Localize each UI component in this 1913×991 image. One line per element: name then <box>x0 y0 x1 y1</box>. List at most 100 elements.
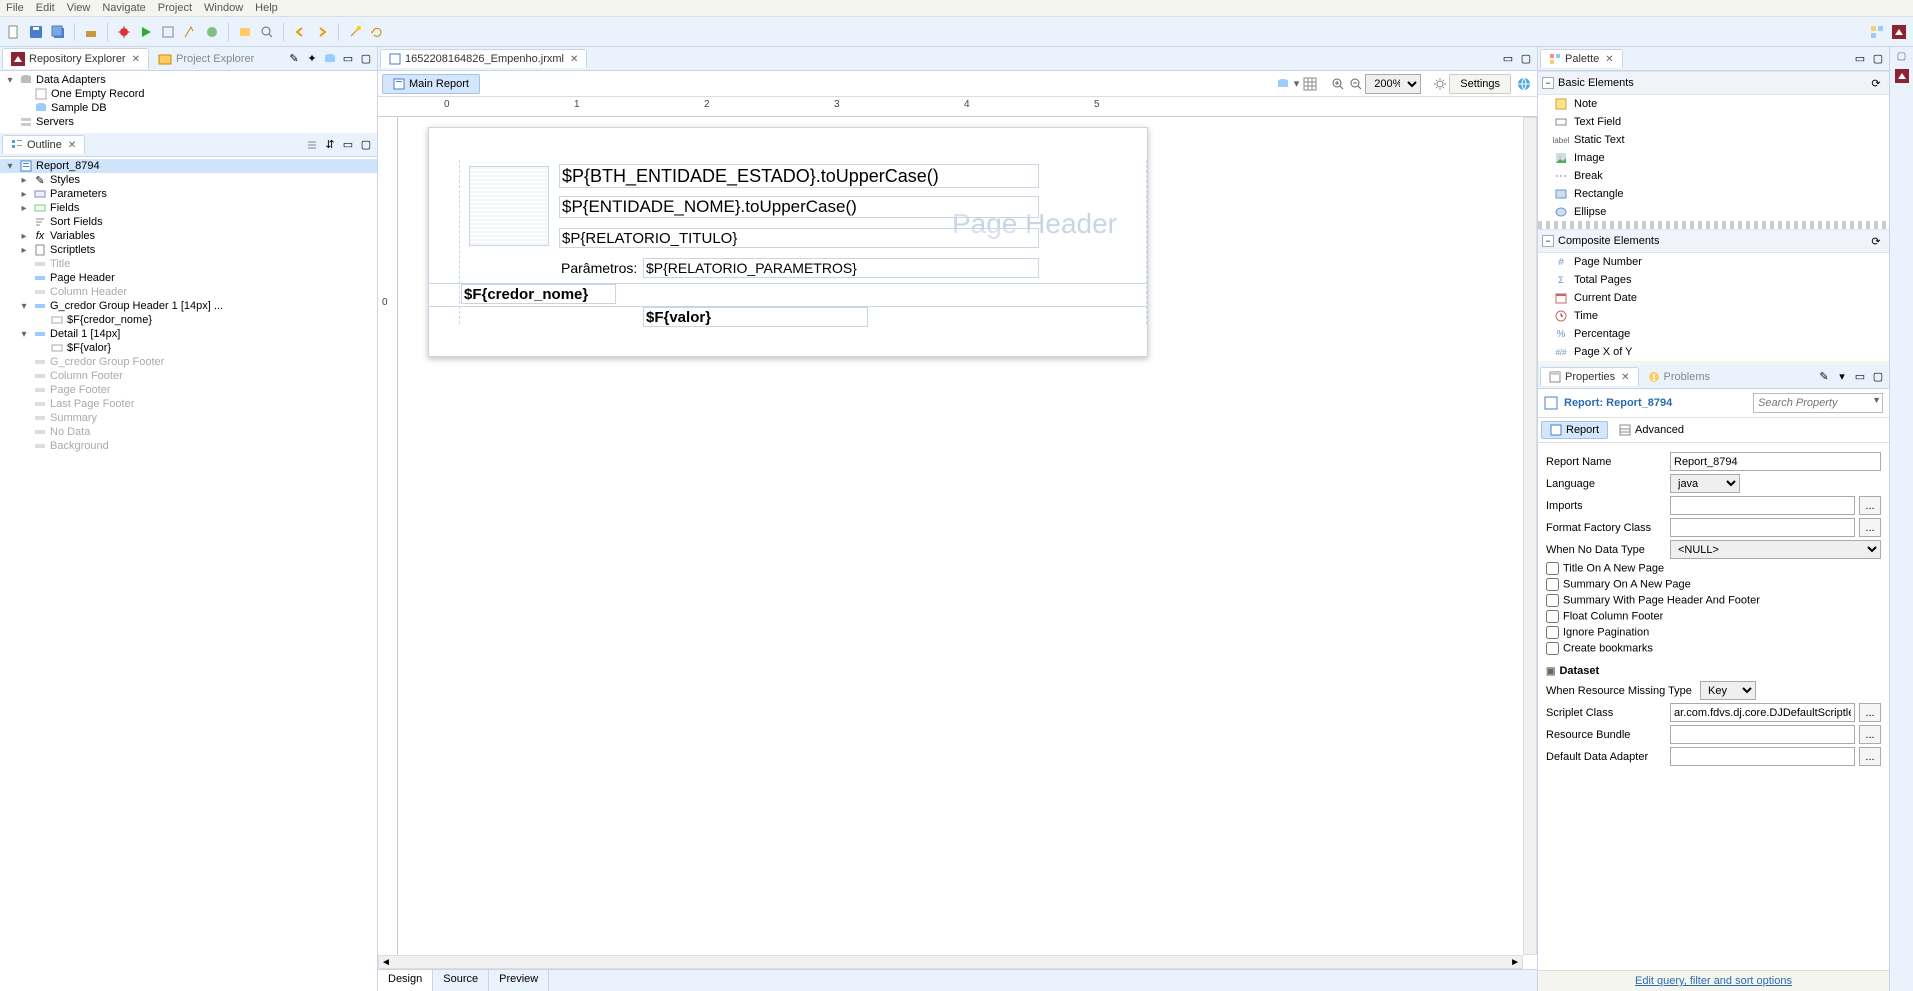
grid-icon[interactable] <box>1302 76 1318 92</box>
perspective-button[interactable] <box>1867 22 1887 42</box>
pin-icon[interactable]: ⟳ <box>1868 75 1884 91</box>
debug-button[interactable] <box>114 22 134 42</box>
palette-page-x-of-y[interactable]: #/#Page X of Y <box>1538 343 1889 361</box>
parameters-node[interactable]: ▸Parameters <box>0 187 377 201</box>
repository-explorer-tab[interactable]: Repository Explorer ✕ <box>2 48 149 69</box>
settings-gear-icon[interactable] <box>1432 76 1448 92</box>
project-explorer-tab[interactable]: Project Explorer <box>149 48 263 69</box>
outline-tab[interactable]: Outline ✕ <box>2 135 85 154</box>
palette-break[interactable]: Break <box>1538 167 1889 185</box>
menu-project[interactable]: Project <box>158 2 192 14</box>
tool-btn-3[interactable] <box>202 22 222 42</box>
edit-query-link[interactable]: Edit query, filter and sort options <box>1538 970 1889 991</box>
horizontal-scrollbar[interactable]: ◄► <box>378 955 1523 969</box>
report-subtab[interactable]: Report <box>1541 421 1608 439</box>
collapse-icon[interactable]: ▾ <box>18 301 30 312</box>
minimize-icon[interactable]: ▭ <box>340 51 356 67</box>
page-footer-node[interactable]: Page Footer <box>0 383 377 397</box>
label-parametros[interactable]: Parâmetros: <box>559 258 639 278</box>
browse-resbundle-button[interactable]: ... <box>1859 725 1881 744</box>
repository-tree[interactable]: ▾ Data Adapters One Empty Record Sample … <box>0 71 377 133</box>
menu-view[interactable]: View <box>67 2 91 14</box>
field-credor-nome[interactable]: $F{credor_nome} <box>461 284 616 304</box>
jasper-icon[interactable] <box>1892 66 1912 86</box>
tool-btn-1[interactable] <box>158 22 178 42</box>
advanced-subtab[interactable]: Advanced <box>1610 421 1693 439</box>
minimize-icon[interactable]: ▭ <box>1500 51 1516 67</box>
chk-title-new-page[interactable] <box>1546 562 1559 575</box>
expand-icon[interactable]: ▸ <box>18 245 30 256</box>
summary-node[interactable]: Summary <box>0 411 377 425</box>
close-icon[interactable]: ✕ <box>570 54 578 65</box>
search-button[interactable] <box>257 22 277 42</box>
link-icon[interactable]: ⇵ <box>322 137 338 153</box>
palette-total-pages[interactable]: ΣTotal Pages <box>1538 271 1889 289</box>
column-header-band-node[interactable]: Column Header <box>0 285 377 299</box>
expand-icon[interactable]: ▸ <box>18 175 30 186</box>
nav-next-button[interactable] <box>312 22 332 42</box>
zoom-select[interactable]: 200% <box>1365 74 1421 94</box>
scriptlets-node[interactable]: ▸Scriptlets <box>0 243 377 257</box>
field-valor[interactable]: $F{valor} <box>643 307 868 327</box>
minimize-icon[interactable]: ▭ <box>1852 369 1868 385</box>
field-entidade-estado[interactable]: $P{BTH_ENTIDADE_ESTADO}.toUpperCase() <box>559 164 1039 188</box>
search-property-input[interactable] <box>1753 393 1883 413</box>
input-scriptlet[interactable] <box>1670 703 1855 722</box>
report-root-node[interactable]: ▾ Report_8794 <box>0 159 377 173</box>
chk-summary-phf[interactable] <box>1546 594 1559 607</box>
browse-adapter-button[interactable]: ... <box>1859 747 1881 766</box>
global-icon[interactable] <box>1516 76 1532 92</box>
one-empty-record-node[interactable]: One Empty Record <box>0 87 377 101</box>
palette-tab[interactable]: Palette ✕ <box>1540 49 1623 68</box>
last-page-footer-node[interactable]: Last Page Footer <box>0 397 377 411</box>
palette-rectangle[interactable]: Rectangle <box>1538 185 1889 203</box>
settings-button[interactable]: Settings <box>1449 74 1511 94</box>
menu-navigate[interactable]: Navigate <box>102 2 145 14</box>
input-ffc[interactable] <box>1670 518 1855 537</box>
palette-current-date[interactable]: Current Date <box>1538 289 1889 307</box>
design-canvas[interactable]: 0 1 2 3 4 5 0 Page Header <box>378 97 1537 969</box>
menu-window[interactable]: Window <box>204 2 243 14</box>
browse-scriptlet-button[interactable]: ... <box>1859 703 1881 722</box>
editor-file-tab[interactable]: 1652208164826_Empenho.jrxml ✕ <box>380 49 587 68</box>
close-icon[interactable]: ✕ <box>132 54 140 65</box>
palette-image[interactable]: Image <box>1538 149 1889 167</box>
zoom-in-icon[interactable] <box>1330 76 1346 92</box>
jasper-perspective-icon[interactable] <box>1889 22 1909 42</box>
data-adapters-node[interactable]: ▾ Data Adapters <box>0 73 377 87</box>
collapse-icon[interactable]: ▾ <box>4 75 16 86</box>
select-no-data[interactable]: <NULL> <box>1670 540 1881 559</box>
tool-db-icon[interactable] <box>322 51 338 67</box>
gh-field-node[interactable]: $F{credor_nome} <box>0 313 377 327</box>
background-node[interactable]: Background <box>0 439 377 453</box>
minimize-icon[interactable]: ▭ <box>340 137 356 153</box>
close-icon[interactable]: ✕ <box>1605 54 1613 65</box>
run-button[interactable] <box>136 22 156 42</box>
tool-wand-icon[interactable]: ✦ <box>304 51 320 67</box>
maximize-icon[interactable]: ▢ <box>358 51 374 67</box>
tool-btn-4[interactable] <box>235 22 255 42</box>
select-res-missing[interactable]: Key <box>1700 681 1756 700</box>
palette-textfield[interactable]: Text Field <box>1538 113 1889 131</box>
menu-edit[interactable]: Edit <box>36 2 55 14</box>
new-button[interactable] <box>4 22 24 42</box>
field-relatorio-parametros[interactable]: $P{RELATORIO_PARAMETROS} <box>643 258 1039 278</box>
sample-db-node[interactable]: Sample DB <box>0 101 377 115</box>
nav-prev-button[interactable] <box>290 22 310 42</box>
design-tab[interactable]: Design <box>378 970 433 991</box>
minimize-icon[interactable]: ▭ <box>1852 51 1868 67</box>
maximize-icon[interactable]: ▢ <box>358 137 374 153</box>
maximize-icon[interactable]: ▢ <box>1518 51 1534 67</box>
expand-icon[interactable]: ▸ <box>18 231 30 242</box>
column-footer-node[interactable]: Column Footer <box>0 369 377 383</box>
select-language[interactable]: java <box>1670 474 1740 493</box>
maximize-icon[interactable]: ▢ <box>1870 369 1886 385</box>
collapse-all-icon[interactable] <box>304 137 320 153</box>
palette-percentage[interactable]: %Percentage <box>1538 325 1889 343</box>
servers-node[interactable]: Servers <box>0 115 377 129</box>
input-imports[interactable] <box>1670 496 1855 515</box>
menu-file[interactable]: File <box>6 2 24 14</box>
expand-icon[interactable]: ▸ <box>18 189 30 200</box>
variables-node[interactable]: ▸fxVariables <box>0 229 377 243</box>
browse-ffc-button[interactable]: ... <box>1859 518 1881 537</box>
